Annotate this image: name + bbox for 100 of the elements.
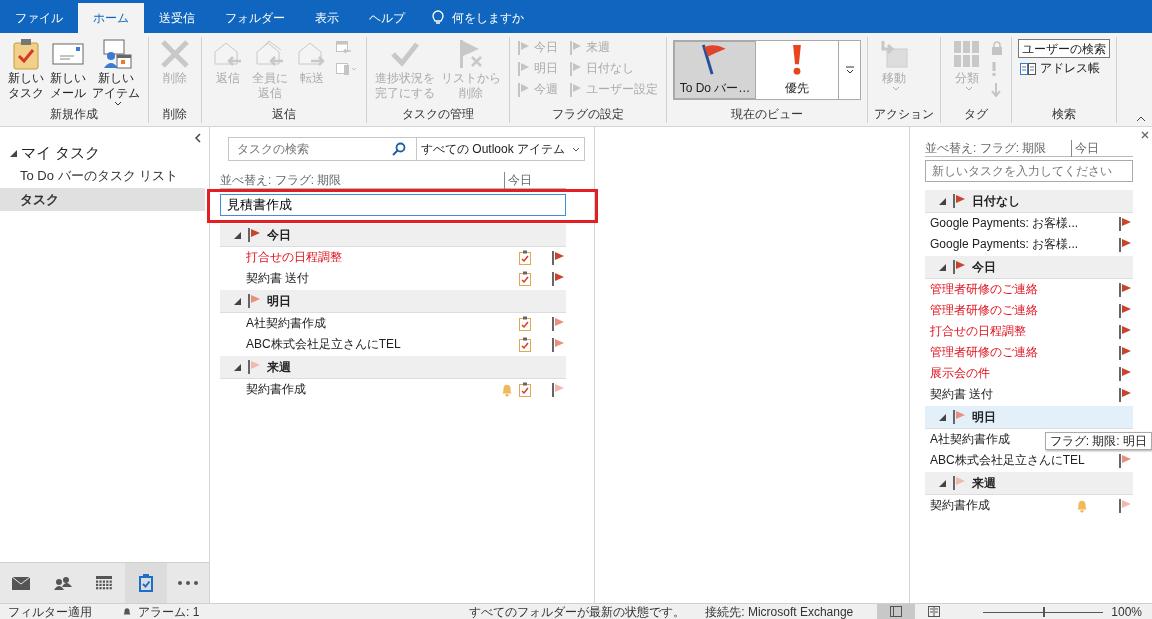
flag-icon[interactable] [552,337,564,352]
flag-icon[interactable] [552,316,564,331]
task-row[interactable]: ABC株式会社足立さんにTEL [925,450,1133,471]
task-row[interactable]: 打合せの日程調整 [220,247,566,268]
flag-icon[interactable] [1119,303,1131,318]
task-row[interactable]: A社契約書作成 [220,313,566,334]
group-header[interactable]: 明日 [925,406,1133,429]
collapse-triangle-icon[interactable] [939,197,946,205]
task-row[interactable]: 契約書作成 [220,379,566,400]
collapse-triangle-icon[interactable] [10,149,17,157]
checkmark-icon [390,40,420,68]
task-title: ABC株式会社足立さんにTEL [246,336,401,353]
ribbon-button[interactable]: 新しい アイテム [90,37,142,106]
sort-label[interactable]: 並べ替え: フラグ: 期限 [925,140,1047,157]
group-header[interactable]: 今日 [220,224,566,247]
ribbon-button[interactable]: 新しい タスク [6,37,46,101]
view-option[interactable]: 優先 [756,41,838,99]
lock-icon [991,40,1003,55]
task-row[interactable]: 管理者研修のご連絡 [925,300,1133,321]
flag-icon[interactable] [1119,453,1131,468]
group-header[interactable]: 日付なし [925,190,1133,213]
normal-view-button[interactable] [877,604,916,619]
flag-icon[interactable] [953,410,965,424]
ribbon-tab[interactable]: ファイル [0,3,78,33]
task-row[interactable]: Google Payments: お客様... [925,234,1133,255]
search-icon[interactable] [391,142,406,156]
collapse-triangle-icon[interactable] [234,297,241,305]
ribbon-tab[interactable]: ヘルプ [354,3,420,33]
sort-value[interactable]: 今日 [504,172,566,189]
folder-item[interactable]: To Do バーのタスク リスト [0,164,205,187]
dropdown-caret-icon[interactable] [572,146,580,152]
group-label: 今日 [267,226,291,244]
ribbon-small-button[interactable]: アドレス帳 [1018,58,1110,79]
ribbon-tab[interactable]: 送受信 [144,3,210,33]
flag-icon[interactable] [552,271,564,286]
task-row[interactable]: Google Payments: お客様... [925,213,1133,234]
flag-icon[interactable] [953,260,965,274]
flag-icon[interactable] [1119,237,1131,252]
flag-icon[interactable] [248,228,260,242]
flag-icon[interactable] [953,194,965,208]
close-icon[interactable] [1141,131,1149,139]
new-task-field[interactable]: 新しいタスクを入力してください [925,160,1133,182]
collapse-triangle-icon[interactable] [234,231,241,239]
task-row[interactable]: 契約書 送付 [220,268,566,289]
zoom-slider[interactable] [983,606,1104,617]
group-header[interactable]: 今日 [925,256,1133,279]
group-label: 削除 [162,106,188,123]
task-row[interactable]: 打合せの日程調整 [925,321,1133,342]
ribbon-button[interactable]: 新しい メール [48,37,88,101]
ribbon-tab[interactable]: ホーム [78,3,144,33]
flag-icon[interactable] [1119,498,1131,513]
folder-item[interactable]: タスク [0,188,205,211]
zoom-thumb[interactable] [1043,606,1046,617]
collapse-triangle-icon[interactable] [939,413,946,421]
people-search-field[interactable]: ユーザーの検索 [1018,39,1110,58]
collapse-pane-icon[interactable] [195,133,201,143]
flag-icon[interactable] [248,360,260,374]
dropdown-caret-icon[interactable] [113,101,122,106]
task-title: Google Payments: お客様... [930,215,1079,232]
collapse-triangle-icon[interactable] [234,363,241,371]
search-scope-dropdown[interactable]: すべての Outlook アイテム [415,138,584,160]
flag-icon [518,82,530,97]
task-row[interactable]: 管理者研修のご連絡 [925,342,1133,363]
sort-value[interactable]: 今日 [1071,140,1133,157]
flag-icon[interactable] [1119,366,1131,381]
task-row[interactable]: 契約書作成 [925,495,1133,516]
view-option[interactable]: To Do バー… [674,41,756,99]
task-row[interactable]: 管理者研修のご連絡 [925,279,1133,300]
task-row[interactable]: 展示会の件 [925,363,1133,384]
sort-label[interactable]: 並べ替え: フラグ: 期限 [220,172,342,189]
flag-icon[interactable] [248,294,260,308]
flag-icon[interactable] [1119,216,1131,231]
task-row[interactable]: 契約書 送付 [925,384,1133,405]
flag-icon [570,82,582,97]
group-header[interactable]: 来週 [925,472,1133,495]
task-clipboard-icon [519,316,531,331]
envelope-left-arrow-icon [213,40,243,68]
new-task-field[interactable]: 見積書作成 [220,194,566,216]
flag-icon[interactable] [1119,387,1131,402]
folder-group-label[interactable]: マイ タスク [21,143,101,163]
people-icon [53,576,72,590]
collapse-ribbon-icon[interactable] [1136,116,1146,122]
collapse-triangle-icon[interactable] [939,263,946,271]
ribbon-tab[interactable]: 表示 [300,3,354,33]
collapse-triangle-icon[interactable] [939,479,946,487]
task-row[interactable]: ABC株式会社足立さんにTEL [220,334,566,355]
task-search-field[interactable]: タスクの検索 すべての Outlook アイテム [228,137,585,161]
group-header[interactable]: 明日 [220,290,566,313]
zoom-reading: 100% [1111,604,1142,619]
flag-icon[interactable] [1119,324,1131,339]
flag-icon[interactable] [552,250,564,265]
group-label: 返信 [271,106,297,123]
flag-icon[interactable] [1119,345,1131,360]
flag-icon[interactable] [953,476,965,490]
module-button[interactable] [125,563,168,603]
flag-icon[interactable] [1119,282,1131,297]
ribbon-tab[interactable]: フォルダー [210,3,300,33]
tell-me-field[interactable]: 何をしますか [452,9,524,27]
group-header[interactable]: 来週 [220,356,566,379]
flag-icon[interactable] [552,382,564,397]
